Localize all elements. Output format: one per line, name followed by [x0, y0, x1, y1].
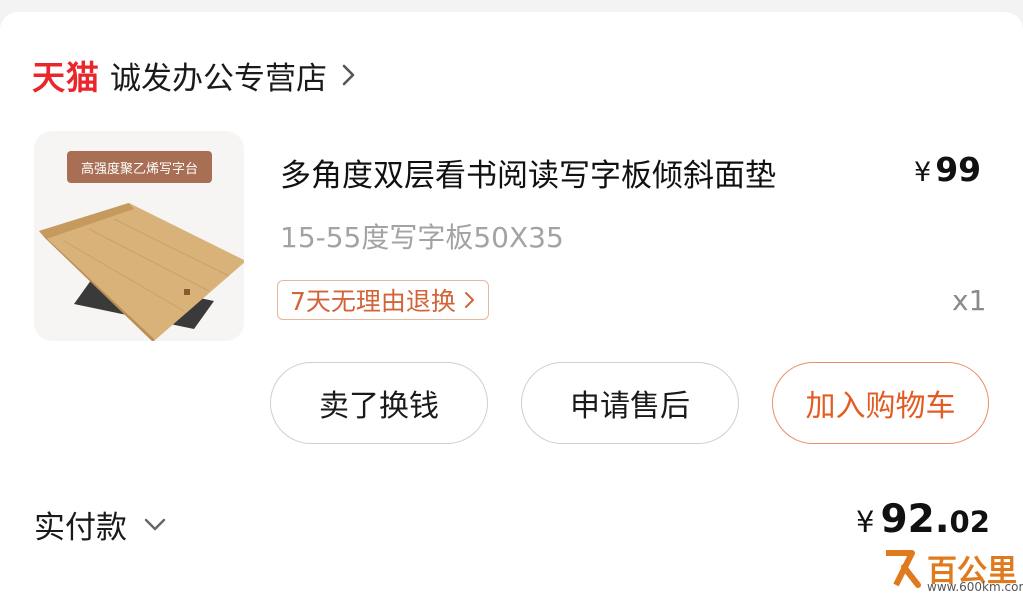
- currency-symbol: ¥: [914, 157, 932, 188]
- paid-label: 实付款: [34, 510, 127, 546]
- add-to-cart-button[interactable]: 加入购物车: [772, 362, 989, 444]
- chevron-down-icon: [144, 518, 166, 530]
- return-policy-label: 7天无理由退换: [290, 287, 456, 316]
- shop-name[interactable]: 诚发办公专营店: [110, 53, 327, 98]
- after-sale-button[interactable]: 申请售后: [521, 362, 739, 444]
- product-image[interactable]: 高强度聚乙烯写字台: [34, 131, 244, 341]
- product-price: ¥99: [914, 150, 981, 189]
- price-value: 99: [935, 150, 982, 189]
- product-title[interactable]: 多角度双层看书阅读写字板倾斜面垫: [280, 150, 776, 195]
- chevron-right-icon: [464, 292, 474, 308]
- shop-header[interactable]: 天猫 诚发办公专营店: [32, 52, 361, 98]
- sell-button[interactable]: 卖了换钱: [270, 362, 488, 444]
- total-integer: 92.: [880, 497, 950, 542]
- quantity: x1: [952, 284, 987, 317]
- watermark-url: www.600km.com: [927, 580, 1023, 594]
- paid-amount-toggle[interactable]: 实付款: [34, 502, 167, 547]
- product-spec: 15-55度写字板50X35: [280, 221, 564, 254]
- tmall-logo: 天猫: [32, 58, 100, 97]
- total-decimal: 02: [949, 505, 990, 539]
- paid-total: ¥92.02: [856, 497, 990, 542]
- chevron-right-icon: [337, 60, 361, 90]
- return-policy-tag[interactable]: 7天无理由退换: [277, 280, 489, 320]
- watermark-logo-icon: [886, 550, 921, 588]
- image-banner: 高强度聚乙烯写字台: [67, 151, 212, 183]
- currency-symbol: ¥: [856, 505, 875, 539]
